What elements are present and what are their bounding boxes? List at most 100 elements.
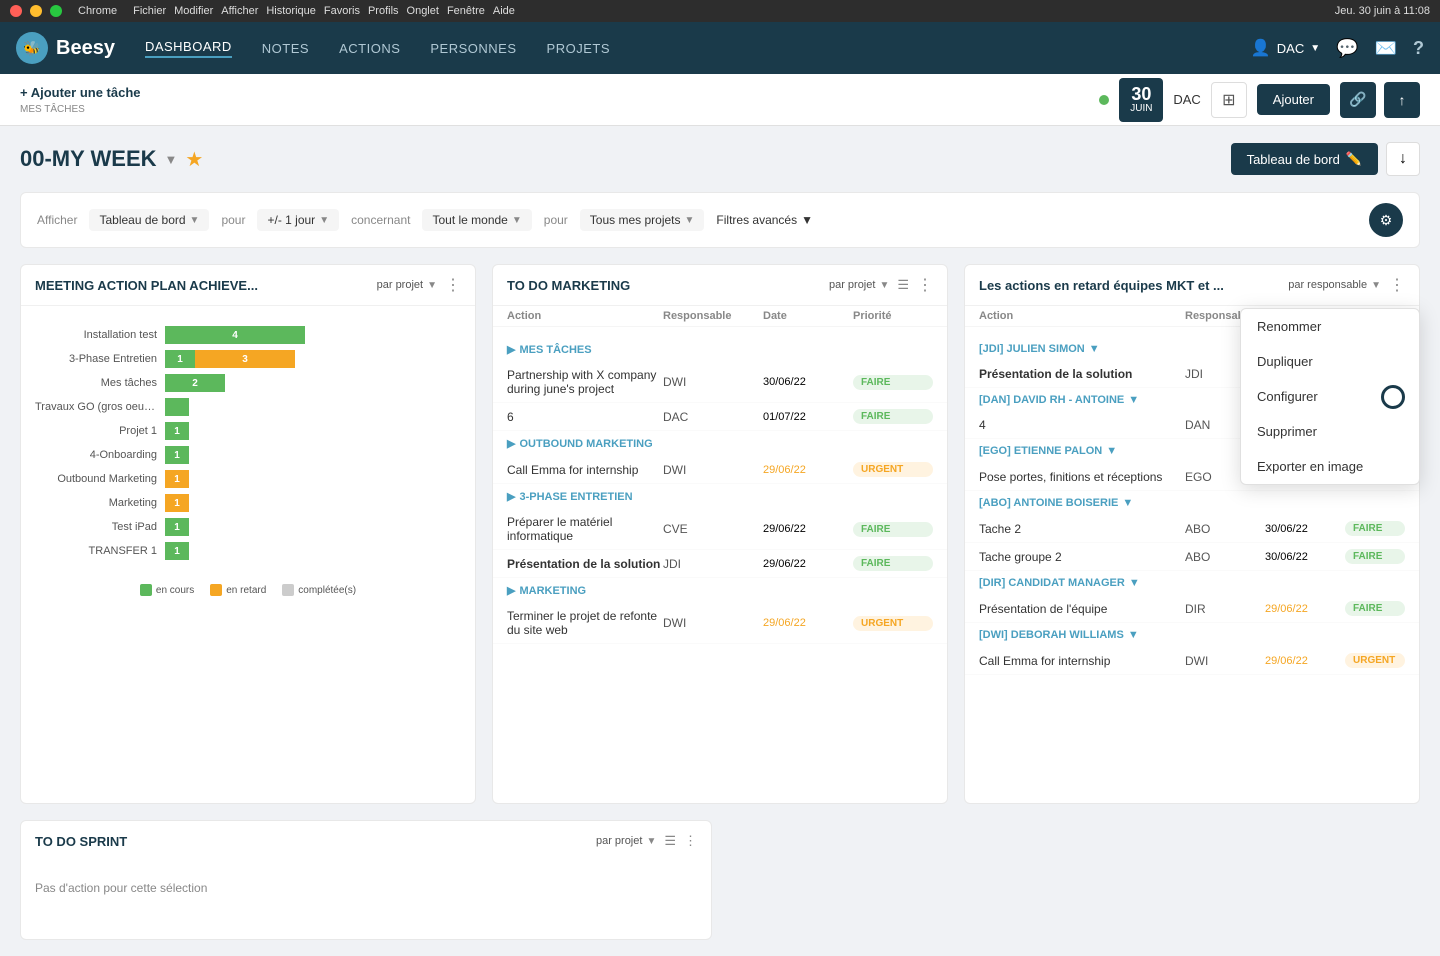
todo-section-header[interactable]: ▶ MARKETING xyxy=(493,578,947,603)
sprint-menu-icon[interactable]: ⋮ xyxy=(684,833,697,849)
nav-user-label: DAC xyxy=(1277,41,1304,56)
tableau-button[interactable]: Tableau de bord ✏️ xyxy=(1231,143,1378,175)
bar-green: 1 xyxy=(165,422,189,440)
chat-icon[interactable]: 💬 xyxy=(1336,38,1358,59)
chart-bars: 2 xyxy=(165,374,461,392)
chart-legend: en cours en retard complétée(s) xyxy=(21,576,475,600)
menu-modifier[interactable]: Modifier xyxy=(174,5,213,17)
list-item: Call Emma for internship DWI 29/06/22 UR… xyxy=(493,456,947,484)
chart-row: Projet 11 xyxy=(35,422,461,440)
context-menu-exporter[interactable]: Exporter en image xyxy=(1241,449,1419,484)
star-icon[interactable]: ★ xyxy=(185,147,203,172)
settings-button[interactable]: ⚙ xyxy=(1369,203,1403,237)
todo-resp: JDI xyxy=(663,557,763,571)
late-section-header[interactable]: [ABO] ANTOINE BOISERIE ▼ xyxy=(965,491,1419,515)
context-menu-configurer[interactable]: Configurer xyxy=(1241,379,1419,414)
caret-icon-2: ▼ xyxy=(319,215,329,226)
todo-section-header[interactable]: ▶ 3-PHASE ENTRETIEN xyxy=(493,484,947,509)
share-icon-btn[interactable]: ↑ xyxy=(1384,82,1420,118)
active-ring-indicator xyxy=(1381,385,1405,409)
late-section-header[interactable]: [DWI] DEBORAH WILLIAMS ▼ xyxy=(965,623,1419,647)
week-title: 00-MY WEEK ▼ ★ xyxy=(20,146,203,172)
ajouter-button[interactable]: Ajouter xyxy=(1257,84,1330,115)
nav-actions[interactable]: ACTIONS xyxy=(339,41,400,56)
nav-projets[interactable]: PROJETS xyxy=(547,41,610,56)
pencil-icon: ✏️ xyxy=(1346,151,1362,167)
late-action-text: Tache 2 xyxy=(979,522,1185,536)
todo-action-text: Call Emma for internship xyxy=(507,463,663,477)
context-renommer-label: Renommer xyxy=(1257,319,1321,334)
todo-marketing-panel: TO DO MARKETING par projet ▼ ☰ ⋮ Action … xyxy=(492,264,948,804)
chart-bar-label: 4-Onboarding xyxy=(35,449,165,461)
logo-icon: 🐝 xyxy=(16,32,48,64)
menu-favoris[interactable]: Favoris xyxy=(324,5,360,17)
menu-aide[interactable]: Aide xyxy=(493,5,515,17)
sprint-filter-icon[interactable]: ☰ xyxy=(664,833,676,849)
late-action-text: Pose portes, finitions et réceptions xyxy=(979,470,1185,484)
late-section-header[interactable]: [DIR] CANDIDAT MANAGER ▼ xyxy=(965,571,1419,595)
menu-afficher[interactable]: Afficher xyxy=(221,5,258,17)
filter-icon[interactable]: ☰ xyxy=(897,277,909,293)
context-menu-dupliquer[interactable]: Dupliquer xyxy=(1241,344,1419,379)
chart-bars: 1 xyxy=(165,542,461,560)
help-icon[interactable]: ? xyxy=(1413,38,1424,59)
todo-section-header[interactable]: ▶ OUTBOUND MARKETING xyxy=(493,431,947,456)
add-task-area[interactable]: + Ajouter une tâche MES TÂCHES xyxy=(20,85,141,115)
nav-notes[interactable]: NOTES xyxy=(262,41,309,56)
section-caret: ▶ xyxy=(507,343,515,356)
menu-historique[interactable]: Historique xyxy=(266,5,316,17)
menu-fenetre[interactable]: Fenêtre xyxy=(447,5,485,17)
chart-bar-label: 3-Phase Entretien xyxy=(35,353,165,365)
todo-par-projet-badge[interactable]: par projet ▼ xyxy=(829,279,889,291)
status-badge: URGENT xyxy=(853,616,933,631)
chart-bar-label: Installation test xyxy=(35,329,165,341)
chart-bars: 1 xyxy=(165,446,461,464)
nav-personnes[interactable]: PERSONNES xyxy=(430,41,516,56)
filter-projets[interactable]: Tous mes projets ▼ xyxy=(580,209,705,231)
todo-action-text: 6 xyxy=(507,410,663,424)
context-menu-renommer[interactable]: Renommer xyxy=(1241,309,1419,344)
todo-date: 29/06/22 xyxy=(763,523,853,535)
grid-icon[interactable]: ⊞ xyxy=(1211,82,1247,118)
status-badge: FAIRE xyxy=(853,409,933,424)
late-par-badge[interactable]: par responsable ▼ xyxy=(1288,279,1381,291)
filter-monde[interactable]: Tout le monde ▼ xyxy=(422,209,531,231)
late-panel-menu[interactable]: ⋮ xyxy=(1389,275,1405,295)
download-button[interactable]: ↓ xyxy=(1386,142,1420,176)
meeting-panel-body: Installation test43-Phase Entretien13Mes… xyxy=(21,306,475,803)
context-menu-supprimer[interactable]: Supprimer xyxy=(1241,414,1419,449)
sprint-par-badge[interactable]: par projet ▼ xyxy=(596,835,656,847)
list-item: Tache 2 ABO 30/06/22 FAIRE xyxy=(965,515,1419,543)
todo-section-header[interactable]: ▶ MES TÂCHES xyxy=(493,337,947,362)
section-expand-icon: ▼ xyxy=(1122,497,1133,509)
caret-icon-par: ▼ xyxy=(427,280,437,291)
nav-dashboard[interactable]: DASHBOARD xyxy=(145,39,232,58)
pour1-label: pour xyxy=(221,213,245,227)
section-caret: ▶ xyxy=(507,437,515,450)
link-icon-btn[interactable]: 🔗 xyxy=(1340,82,1376,118)
panel-menu-icon[interactable]: ⋮ xyxy=(445,275,461,295)
chevron-down-icon[interactable]: ▼ xyxy=(165,152,178,167)
nav-user[interactable]: 👤 DAC ▼ xyxy=(1251,38,1320,58)
dac-label: DAC xyxy=(1173,92,1200,107)
par-projet-badge[interactable]: par projet ▼ xyxy=(377,279,437,291)
menu-onglet[interactable]: Onglet xyxy=(407,5,439,17)
filter-tableau-bord[interactable]: Tableau de bord ▼ xyxy=(89,209,209,231)
context-exporter-label: Exporter en image xyxy=(1257,459,1363,474)
chart-bar-label: Projet 1 xyxy=(35,425,165,437)
todo-action-text: Terminer le projet de refonte du site we… xyxy=(507,609,663,637)
chart-row: Outbound Marketing1 xyxy=(35,470,461,488)
late-action-text: Call Emma for internship xyxy=(979,654,1185,668)
todo-resp: DWI xyxy=(663,616,763,630)
filtres-avances[interactable]: Filtres avancés ▼ xyxy=(716,213,813,227)
late-section-title: [ABO] ANTOINE BOISERIE xyxy=(979,497,1118,509)
menu-fichier[interactable]: Fichier xyxy=(133,5,166,17)
todo-panel-menu[interactable]: ⋮ xyxy=(917,275,933,295)
logo[interactable]: 🐝 Beesy xyxy=(16,32,115,64)
sprint-par-label: par projet xyxy=(596,835,642,847)
sprint-caret: ▼ xyxy=(646,836,656,847)
mail-icon[interactable]: ✉️ xyxy=(1375,38,1397,59)
menu-profils[interactable]: Profils xyxy=(368,5,399,17)
context-menu: Renommer Dupliquer Configurer Supprimer … xyxy=(1240,308,1420,485)
filter-period[interactable]: +/- 1 jour ▼ xyxy=(257,209,339,231)
